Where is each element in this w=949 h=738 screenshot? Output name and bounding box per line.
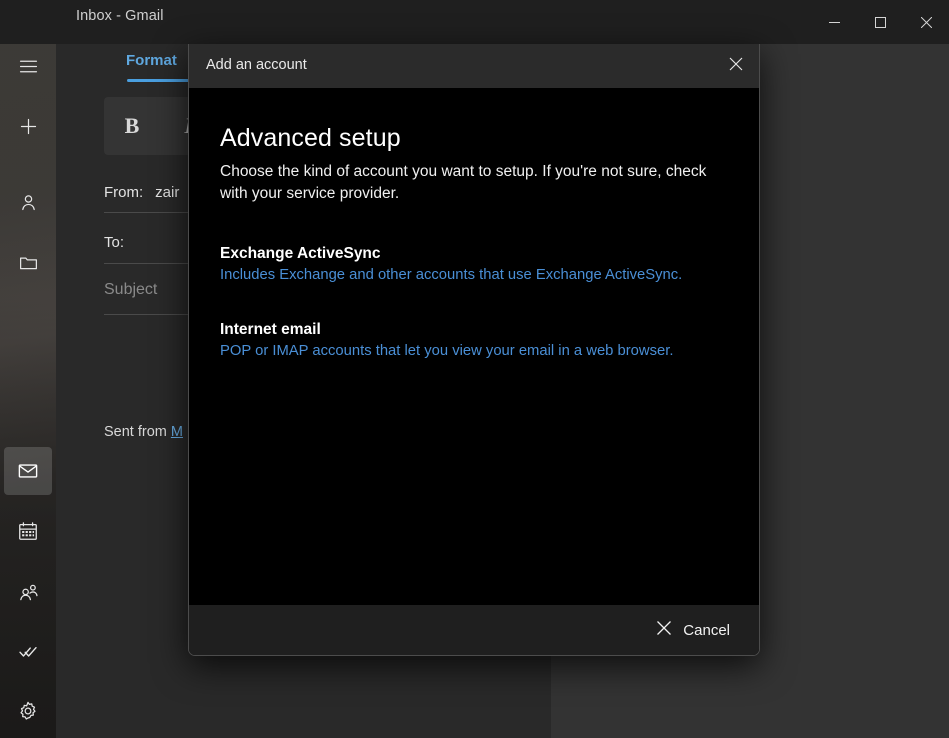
close-icon (656, 620, 672, 641)
minimize-button[interactable] (811, 0, 857, 44)
navigation-rail (0, 0, 56, 738)
dialog-title: Add an account (206, 57, 307, 73)
signature-prefix: Sent from (104, 424, 171, 440)
gear-icon (17, 700, 39, 722)
check-icon (17, 641, 40, 664)
maximize-icon (874, 16, 886, 28)
close-icon (729, 57, 743, 76)
rail-item-todo[interactable] (4, 628, 52, 676)
subject-placeholder: Subject (104, 281, 158, 298)
dialog-subtitle: Choose the kind of account you want to s… (220, 163, 707, 202)
window-controls (811, 0, 949, 44)
people-icon (17, 581, 40, 604)
rail-item-accounts[interactable] (4, 178, 52, 226)
hamburger-icon (18, 56, 39, 77)
option-title: Internet email (220, 321, 321, 338)
option-description: Includes Exchange and other accounts tha… (220, 267, 683, 283)
maximize-button[interactable] (857, 0, 903, 44)
window-title: Inbox - Gmail (76, 8, 164, 24)
rail-item-new-mail[interactable] (4, 102, 52, 150)
dialog-heading: Advanced setup (220, 124, 401, 152)
option-description: POP or IMAP accounts that let you view y… (220, 343, 674, 359)
add-account-dialog: Add an account Advanced setup Choose the… (188, 44, 760, 656)
bold-button[interactable]: B (104, 97, 160, 155)
to-label: To: (104, 234, 125, 251)
rail-item-calendar[interactable] (4, 507, 52, 555)
close-button[interactable] (903, 0, 949, 44)
mail-app-window: Format B I From: zair To: Subject Sent f… (0, 0, 949, 738)
dialog-close-button[interactable] (713, 44, 759, 88)
rail-item-people[interactable] (4, 568, 52, 616)
tab-format[interactable]: Format (126, 52, 177, 69)
dialog-footer: Cancel (189, 605, 759, 655)
rail-item-folders[interactable] (4, 238, 52, 286)
from-label: From: (104, 184, 144, 201)
tab-format-indicator (127, 79, 189, 82)
account-type-list: Exchange ActiveSync Includes Exchange an… (220, 243, 731, 361)
calendar-icon (17, 520, 39, 542)
dialog-title-bar: Add an account (189, 44, 759, 88)
rail-item-mail[interactable] (4, 447, 52, 495)
dialog-body: Advanced setup Choose the kind of accoun… (189, 88, 759, 606)
window-title-bar: Inbox - Gmail (0, 0, 949, 44)
account-option-internet-email[interactable]: Internet email POP or IMAP accounts that… (220, 319, 731, 361)
minimize-icon (828, 17, 840, 28)
close-icon (920, 16, 932, 28)
cancel-button[interactable]: Cancel (644, 613, 742, 648)
folder-icon (18, 252, 39, 273)
signature-link[interactable]: M (171, 424, 183, 440)
from-value[interactable]: zair (155, 184, 179, 201)
plus-icon (18, 116, 39, 137)
envelope-icon (17, 460, 39, 482)
rail-item-menu[interactable] (4, 42, 52, 90)
person-icon (18, 192, 39, 213)
option-title: Exchange ActiveSync (220, 245, 381, 262)
account-option-exchange-activesync[interactable]: Exchange ActiveSync Includes Exchange an… (220, 243, 731, 285)
rail-item-settings[interactable] (4, 687, 52, 735)
cancel-label: Cancel (683, 621, 730, 639)
signature-text: Sent from M (104, 424, 183, 440)
